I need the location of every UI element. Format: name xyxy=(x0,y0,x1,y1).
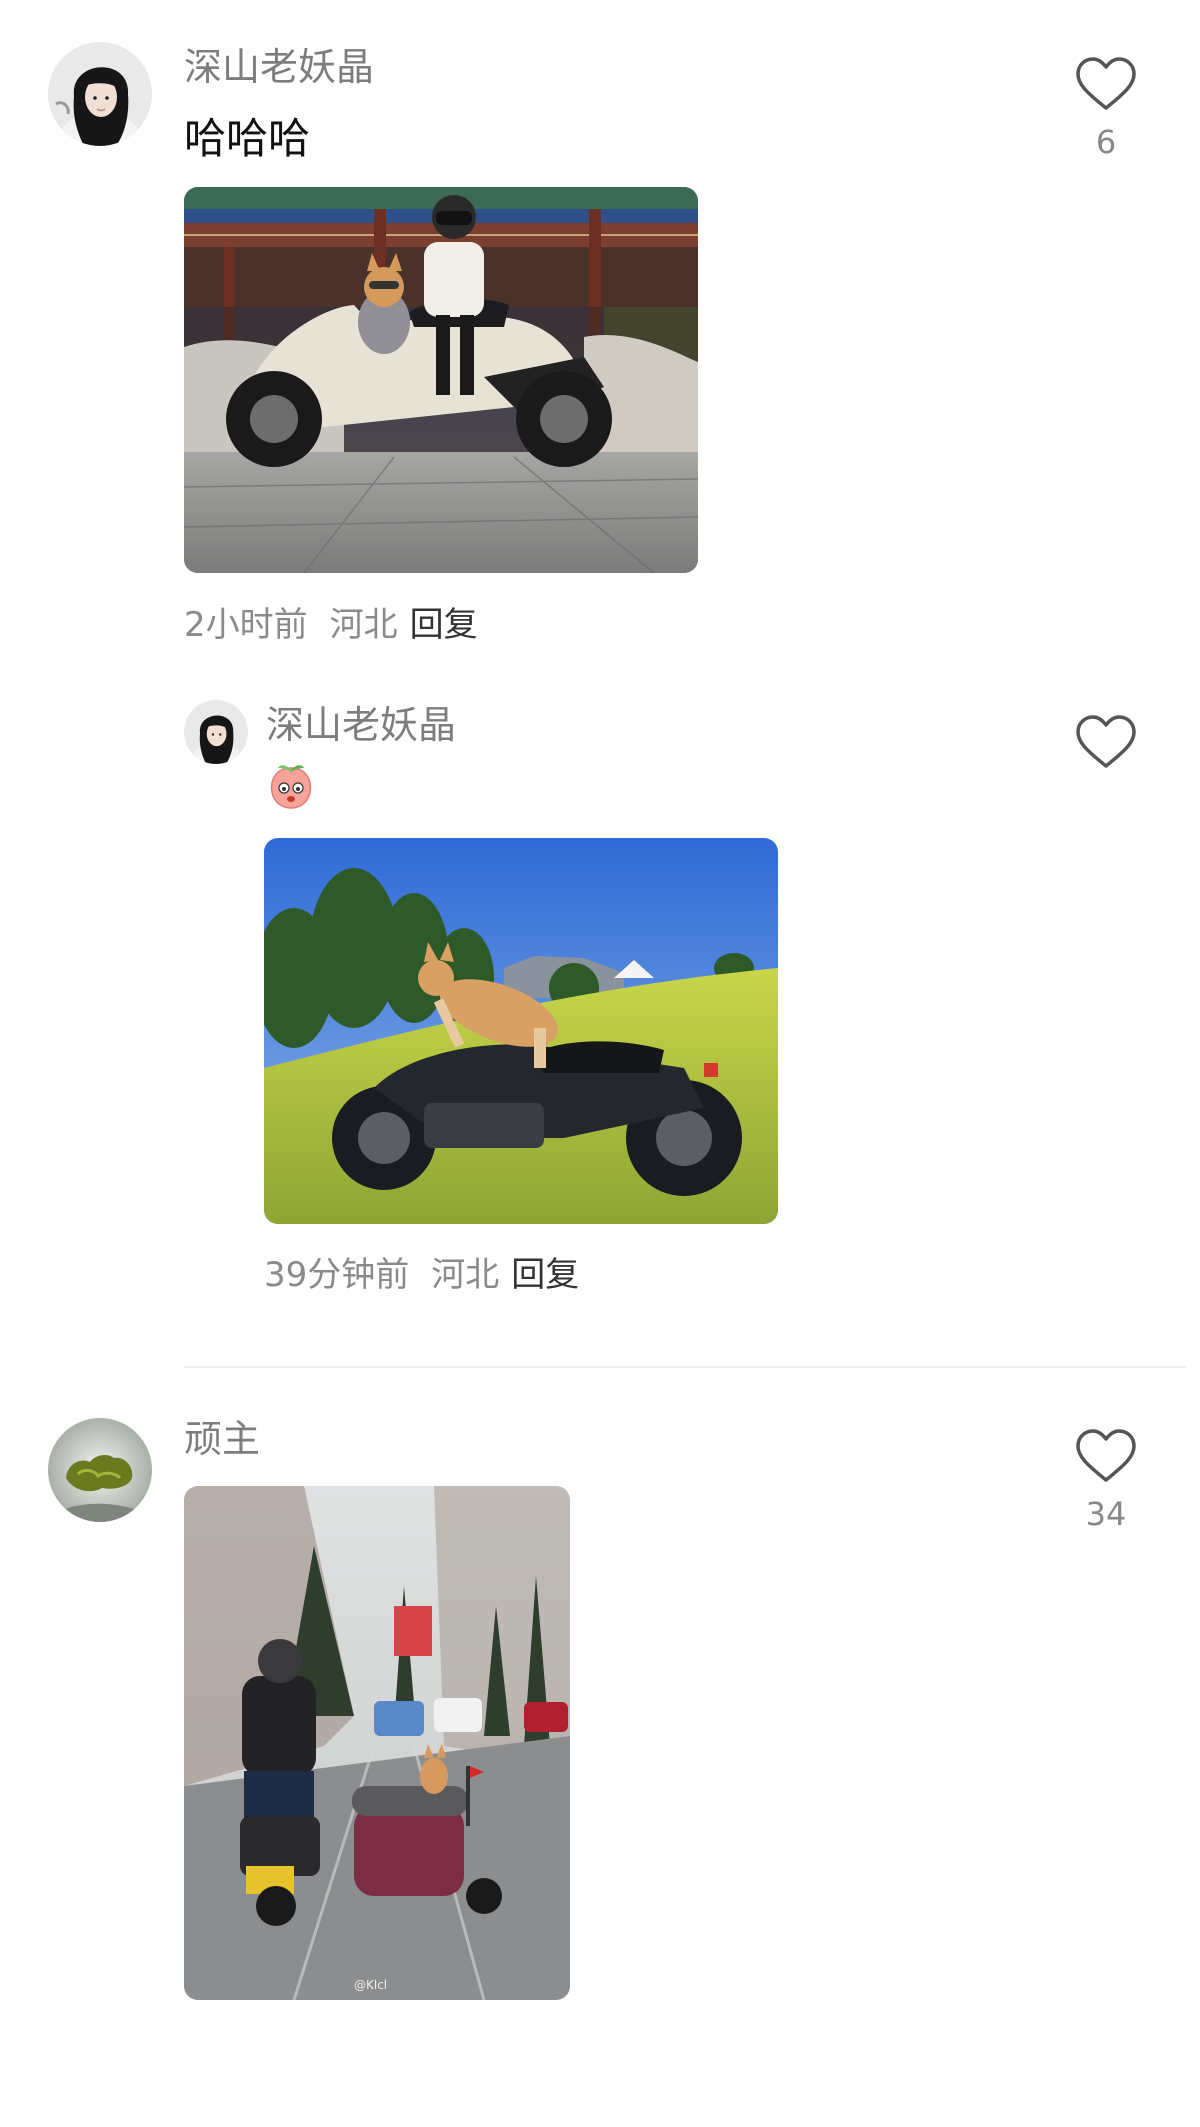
username[interactable]: 深山老妖晶 xyxy=(266,706,456,744)
image-watermark: @Klcl xyxy=(354,1978,388,1992)
timestamp: 39分钟前 xyxy=(264,1255,410,1295)
like-button[interactable]: 34 xyxy=(1066,1426,1146,1546)
username[interactable]: 顽主 xyxy=(184,1420,260,1458)
comment-text: 哈哈哈 xyxy=(184,114,311,163)
avatar[interactable] xyxy=(48,1418,152,1522)
like-button[interactable] xyxy=(1066,712,1146,772)
reply-image[interactable] xyxy=(264,838,778,1224)
avatar[interactable] xyxy=(48,42,152,146)
timestamp: 2小时前 xyxy=(184,605,308,645)
comment-divider xyxy=(184,1366,1186,1368)
avatar[interactable] xyxy=(184,700,248,764)
comment-image[interactable]: @Klcl xyxy=(184,1486,570,2000)
heart-icon xyxy=(1076,57,1136,110)
reply-button[interactable]: 回复 xyxy=(410,605,478,645)
location: 河北 xyxy=(431,1255,500,1295)
like-count: 6 xyxy=(1095,123,1117,161)
heart-icon xyxy=(1076,1429,1136,1482)
reply-meta: 39分钟前 河北 回复 xyxy=(264,1258,579,1292)
username[interactable]: 深山老妖晶 xyxy=(184,48,374,86)
like-count: 34 xyxy=(1085,1495,1127,1533)
location: 河北 xyxy=(329,605,398,645)
reply-button[interactable]: 回复 xyxy=(511,1255,579,1295)
comment-meta: 2小时前 河北 回复 xyxy=(184,608,478,642)
heart-icon xyxy=(1076,715,1136,768)
like-button[interactable]: 6 xyxy=(1066,54,1146,174)
peach-face-emoji-icon xyxy=(266,760,316,810)
comment-image[interactable] xyxy=(184,187,698,573)
